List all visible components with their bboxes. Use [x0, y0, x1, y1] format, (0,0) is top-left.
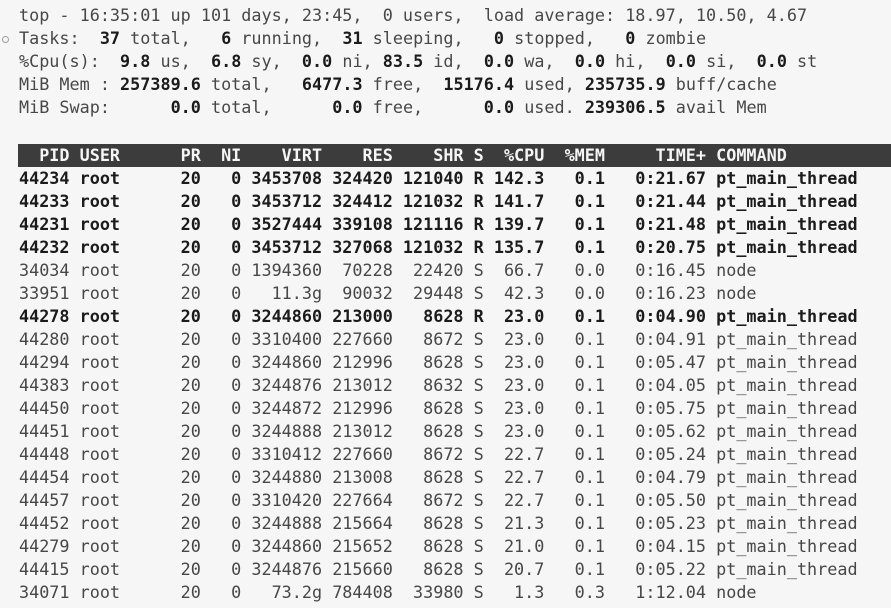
- summary-label: %Cpu(s):: [19, 51, 120, 71]
- summary-label: us,: [150, 51, 211, 71]
- process-row: 44280 root 20 0 3310400 227660 8672 S 23…: [19, 328, 891, 351]
- summary-label: st: [787, 51, 817, 71]
- summary-value: 0.0: [575, 51, 605, 71]
- summary-label: top - 16:35:01 up 101 days, 23:45, 0 use…: [19, 5, 807, 25]
- process-row: 44232 root 20 0 3453712 327068 121032 R …: [19, 236, 891, 259]
- process-row: 44457 root 20 0 3310420 227664 8672 S 22…: [19, 489, 891, 512]
- top-output: top - 16:35:01 up 101 days, 23:45, 0 use…: [0, 0, 891, 604]
- summary-label: MiB Swap:: [19, 97, 171, 117]
- tasks-line: Tasks: 37 total, 6 running, 31 sleeping,…: [19, 27, 891, 50]
- summary-label: free,: [363, 97, 484, 117]
- process-row: 44452 root 20 0 3244888 215664 8628 S 21…: [19, 512, 891, 535]
- cpu-line: %Cpu(s): 9.8 us, 6.8 sy, 0.0 ni, 83.5 id…: [19, 50, 891, 73]
- process-table-header: PID USER PR NI VIRT RES SHR S %CPU %MEM …: [18, 144, 891, 167]
- process-row: 33951 root 20 0 11.3g 90032 29448 S 42.3…: [19, 282, 891, 305]
- process-row: 44450 root 20 0 3244872 212996 8628 S 23…: [19, 397, 891, 420]
- summary-label: total,: [120, 28, 221, 48]
- summary-label: total,: [201, 74, 302, 94]
- summary-label: zombie: [635, 28, 706, 48]
- process-row: 44383 root 20 0 3244876 213012 8632 S 23…: [19, 374, 891, 397]
- gutter-circle-icon: [2, 36, 9, 43]
- summary-value: 0.0: [484, 97, 514, 117]
- summary-value: 0.0: [666, 51, 696, 71]
- summary-value: 15176.4: [443, 74, 514, 94]
- summary-label: sy,: [241, 51, 302, 71]
- summary-label: used.: [514, 97, 585, 117]
- process-row: 44454 root 20 0 3244880 213008 8628 S 22…: [19, 466, 891, 489]
- process-row: 44294 root 20 0 3244860 212996 8628 S 23…: [19, 351, 891, 374]
- summary-label: id,: [423, 51, 484, 71]
- summary-value: 83.5: [383, 51, 423, 71]
- summary-label: used,: [514, 74, 585, 94]
- summary-value: 31: [342, 28, 362, 48]
- summary-value: 0: [494, 28, 504, 48]
- summary-value: 6477.3: [302, 74, 363, 94]
- process-row: 34071 root 20 0 73.2g 784408 33980 S 1.3…: [19, 581, 891, 604]
- summary-label: running,: [231, 28, 342, 48]
- summary-value: 9.8: [120, 51, 150, 71]
- summary-value: 6: [221, 28, 231, 48]
- process-row: 34034 root 20 0 1394360 70228 22420 S 66…: [19, 259, 891, 282]
- summary-label: buff/cache: [666, 74, 777, 94]
- summary-value: 0.0: [171, 97, 201, 117]
- summary-label: MiB Mem :: [19, 74, 120, 94]
- summary-value: 239306.5: [585, 97, 666, 117]
- summary-value: 6.8: [211, 51, 241, 71]
- process-table-rows: 44234 root 20 0 3453708 324420 121040 R …: [0, 167, 891, 604]
- summary-value: 0.0: [332, 97, 362, 117]
- summary-value: 0.0: [484, 51, 514, 71]
- summary-value: 0.0: [302, 51, 332, 71]
- process-row: 44415 root 20 0 3244876 215660 8628 S 20…: [19, 558, 891, 581]
- terminal-screen: { "app": { "name": "top" }, "colors": { …: [0, 0, 891, 608]
- process-row: 44231 root 20 0 3527444 339108 121116 R …: [19, 213, 891, 236]
- process-row: 44448 root 20 0 3310412 227660 8672 S 22…: [19, 443, 891, 466]
- mem-line: MiB Mem : 257389.6 total, 6477.3 free, 1…: [19, 73, 891, 96]
- summary-value: 235735.9: [585, 74, 666, 94]
- summary-label: hi,: [605, 51, 666, 71]
- summary-label: free,: [363, 74, 444, 94]
- top-summary: top - 16:35:01 up 101 days, 23:45, 0 use…: [0, 4, 891, 119]
- summary-label: avail Mem: [666, 97, 767, 117]
- summary-value: 0.0: [757, 51, 787, 71]
- summary-label: Tasks:: [19, 28, 100, 48]
- summary-label: ni,: [332, 51, 383, 71]
- summary-label: total,: [201, 97, 332, 117]
- process-row: 44451 root 20 0 3244888 213012 8628 S 23…: [19, 420, 891, 443]
- summary-label: si,: [696, 51, 757, 71]
- summary-value: 257389.6: [120, 74, 201, 94]
- process-row: 44278 root 20 0 3244860 213000 8628 R 23…: [19, 305, 891, 328]
- summary-label: stopped,: [504, 28, 625, 48]
- summary-value: 0: [625, 28, 635, 48]
- uptime-line: top - 16:35:01 up 101 days, 23:45, 0 use…: [19, 4, 891, 27]
- summary-value: 37: [100, 28, 120, 48]
- process-row: 44234 root 20 0 3453708 324420 121040 R …: [19, 167, 891, 190]
- process-row: 44279 root 20 0 3244860 215652 8628 S 21…: [19, 535, 891, 558]
- swap-line: MiB Swap: 0.0 total, 0.0 free, 0.0 used.…: [19, 96, 891, 119]
- summary-label: wa,: [514, 51, 575, 71]
- process-row: 44233 root 20 0 3453712 324412 121032 R …: [19, 190, 891, 213]
- summary-label: sleeping,: [363, 28, 494, 48]
